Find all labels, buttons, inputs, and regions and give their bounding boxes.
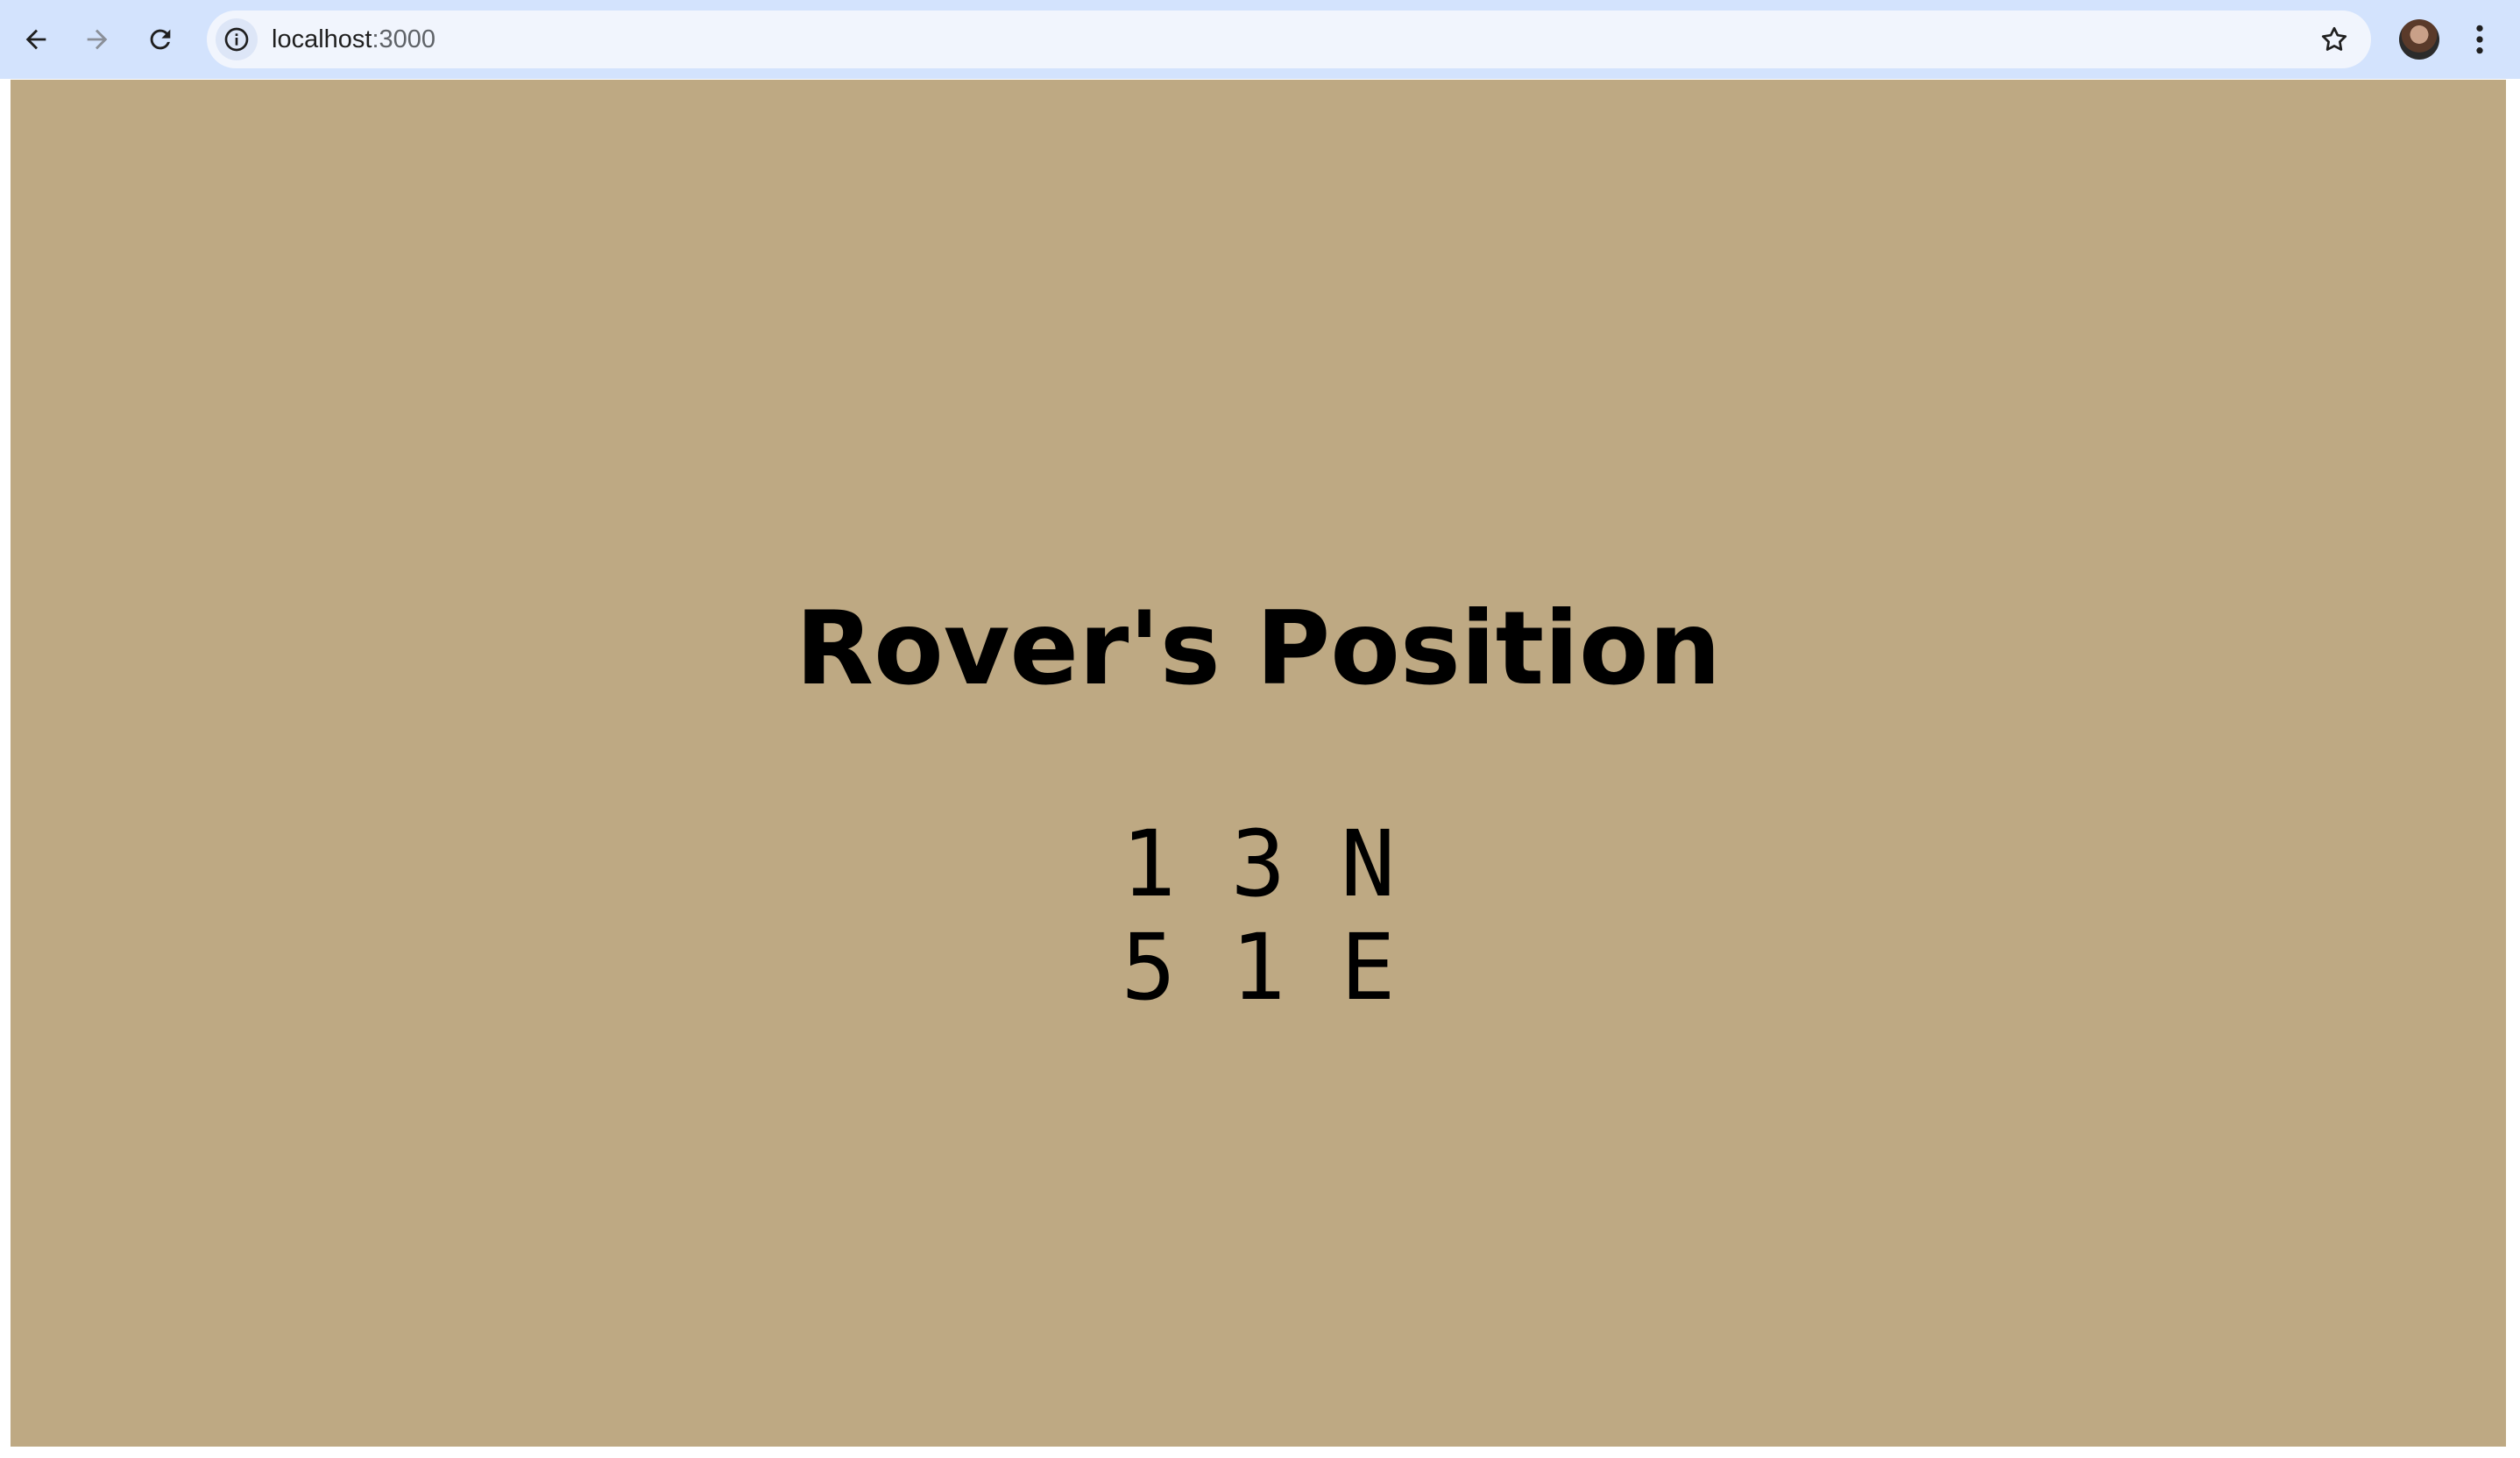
url-text[interactable]: localhost:3000 bbox=[272, 11, 435, 68]
bookmark-button[interactable] bbox=[2317, 22, 2352, 57]
page-viewport: Rover's Position 1 3 N 5 1 E bbox=[11, 80, 2506, 1447]
reload-button[interactable] bbox=[135, 14, 186, 65]
profile-avatar[interactable] bbox=[2399, 19, 2439, 60]
info-icon bbox=[224, 27, 249, 52]
url-port: :3000 bbox=[372, 25, 436, 53]
rover-position-line: 1 3 N bbox=[1121, 810, 1396, 917]
reload-icon bbox=[150, 29, 171, 50]
page-title: Rover's Position bbox=[795, 590, 1722, 708]
address-bar[interactable]: localhost:3000 bbox=[207, 11, 2371, 68]
rover-positions: 1 3 N 5 1 E bbox=[11, 812, 2506, 1019]
url-host: localhost bbox=[272, 25, 372, 53]
kebab-menu-icon bbox=[2476, 25, 2483, 54]
forward-button[interactable] bbox=[72, 14, 123, 65]
browser-toolbar: localhost:3000 bbox=[0, 0, 2520, 79]
site-info-button[interactable] bbox=[216, 18, 258, 60]
forward-arrow-icon bbox=[87, 29, 108, 50]
back-arrow-icon bbox=[25, 29, 46, 50]
rover-position-line: 5 1 E bbox=[1121, 914, 1396, 1021]
star-icon bbox=[2321, 26, 2347, 51]
browser-menu-button[interactable] bbox=[2462, 18, 2497, 61]
back-button[interactable] bbox=[11, 14, 61, 65]
